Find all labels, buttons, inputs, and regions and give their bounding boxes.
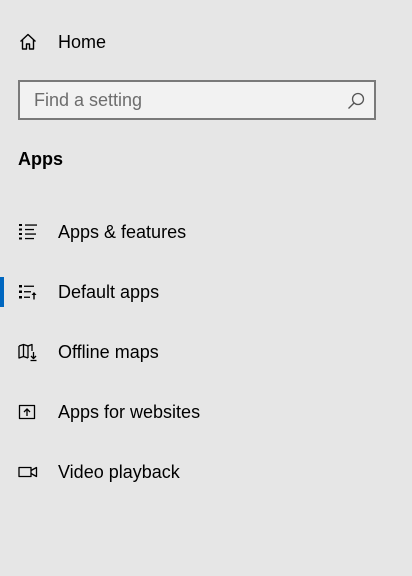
section-title: Apps [18, 149, 63, 169]
sidebar-item-video-playback[interactable]: Video playback [0, 450, 412, 494]
offline-maps-icon [18, 342, 38, 362]
apps-features-icon [18, 222, 38, 242]
sidebar-item-apps-for-websites[interactable]: Apps for websites [0, 390, 412, 434]
selected-indicator [0, 277, 4, 307]
search-box[interactable] [18, 80, 376, 120]
search-input[interactable] [20, 82, 354, 118]
home-nav-item[interactable]: Home [0, 22, 412, 62]
home-label: Home [58, 32, 107, 52]
sidebar-item-apps-features[interactable]: Apps & features [0, 210, 412, 254]
sidebar-item-label: Video playback [58, 462, 180, 482]
sidebar-item-label: Default apps [58, 282, 160, 302]
apps-for-websites-icon [18, 402, 38, 422]
sidebar-item-default-apps[interactable]: Default apps [0, 270, 412, 314]
video-playback-icon [18, 462, 38, 482]
sidebar-item-label: Apps for websites [58, 402, 201, 422]
default-apps-icon [18, 282, 38, 302]
search-icon[interactable] [346, 91, 366, 111]
home-icon [18, 32, 38, 52]
sidebar-item-label: Apps & features [58, 222, 187, 242]
sidebar-item-offline-maps[interactable]: Offline maps [0, 330, 412, 374]
sidebar-item-label: Offline maps [58, 342, 159, 362]
